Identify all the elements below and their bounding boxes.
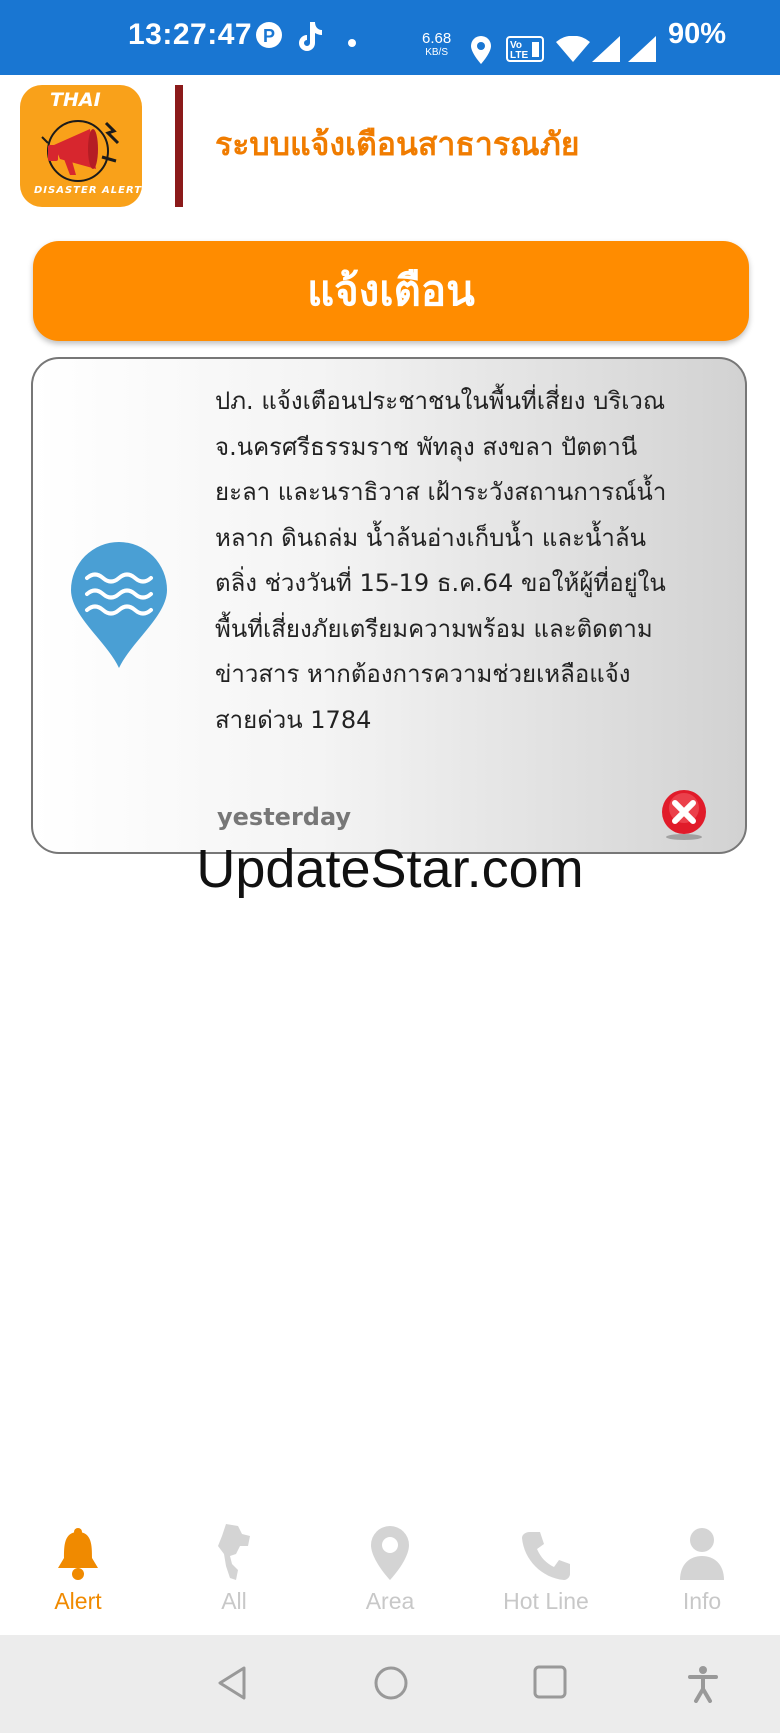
tiktok-icon bbox=[296, 20, 324, 57]
close-icon[interactable] bbox=[660, 789, 708, 841]
svg-text:P: P bbox=[263, 26, 275, 46]
battery-level: 90% bbox=[668, 18, 727, 50]
thailand-map-icon bbox=[156, 1520, 312, 1580]
net-speed-unit: KB/S bbox=[425, 47, 448, 58]
logo-subtext: DISASTER ALERT bbox=[34, 185, 142, 196]
app-logo: THAI DISASTER ALERT bbox=[20, 85, 142, 207]
status-bar: 13:27:47 P 6.68 KB/S Vo LTE 90% bbox=[0, 0, 780, 75]
home-icon[interactable] bbox=[373, 1665, 409, 1705]
flood-pin-icon bbox=[71, 542, 167, 672]
bell-icon bbox=[0, 1520, 156, 1580]
app-header: THAI DISASTER ALERT ระบบแจ้งเตือนสาธารณภ… bbox=[0, 75, 780, 215]
logo-text: THAI bbox=[50, 89, 101, 111]
accessibility-icon[interactable] bbox=[688, 1665, 718, 1707]
location-icon bbox=[470, 36, 492, 69]
map-pin-icon bbox=[312, 1520, 468, 1580]
nav-item-all[interactable]: All bbox=[156, 1520, 312, 1615]
nav-label-all: All bbox=[221, 1588, 247, 1614]
back-icon[interactable] bbox=[216, 1665, 248, 1705]
nav-label-area: Area bbox=[365, 1588, 415, 1614]
megaphone-icon bbox=[40, 111, 124, 189]
alert-card[interactable]: ปภ. แจ้งเตือนประชาชนในพื้นที่เสี่ยง บริเ… bbox=[31, 357, 747, 854]
alert-header-button[interactable]: แจ้งเตือน bbox=[33, 241, 749, 341]
nav-item-alert[interactable]: Alert bbox=[0, 1520, 156, 1615]
watermark: UpdateStar.com bbox=[196, 839, 584, 899]
system-nav-bar bbox=[0, 1635, 780, 1733]
volte-icon: Vo LTE bbox=[506, 36, 544, 67]
net-speed-value: 6.68 bbox=[422, 30, 452, 47]
nav-item-info[interactable]: Info bbox=[624, 1520, 780, 1615]
bottom-nav: Alert All Area Hot Line Info bbox=[0, 1520, 780, 1635]
dot-icon bbox=[348, 34, 356, 52]
alert-message: ปภ. แจ้งเตือนประชาชนในพื้นที่เสี่ยง บริเ… bbox=[215, 387, 667, 734]
svg-text:LTE: LTE bbox=[510, 50, 528, 61]
net-speed: 6.68 KB/S bbox=[422, 30, 452, 60]
wifi-icon bbox=[556, 35, 590, 67]
user-icon bbox=[624, 1520, 780, 1580]
page-title: ระบบแจ้งเตือนสาธารณภัย bbox=[215, 125, 580, 163]
signal-icon-2 bbox=[628, 36, 656, 67]
signal-icon bbox=[592, 36, 620, 67]
notification-p-icon: P bbox=[255, 20, 283, 55]
status-time: 13:27:47 bbox=[128, 18, 253, 51]
nav-label-alert: Alert bbox=[54, 1588, 102, 1614]
phone-icon bbox=[468, 1520, 624, 1580]
header-divider bbox=[175, 85, 183, 207]
nav-item-hotline[interactable]: Hot Line bbox=[468, 1520, 624, 1615]
nav-label-info: Info bbox=[682, 1588, 722, 1614]
nav-item-area[interactable]: Area bbox=[312, 1520, 468, 1615]
recents-icon[interactable] bbox=[533, 1665, 567, 1703]
alert-timestamp: yesterday bbox=[217, 803, 352, 831]
nav-label-hotline: Hot Line bbox=[503, 1588, 589, 1614]
